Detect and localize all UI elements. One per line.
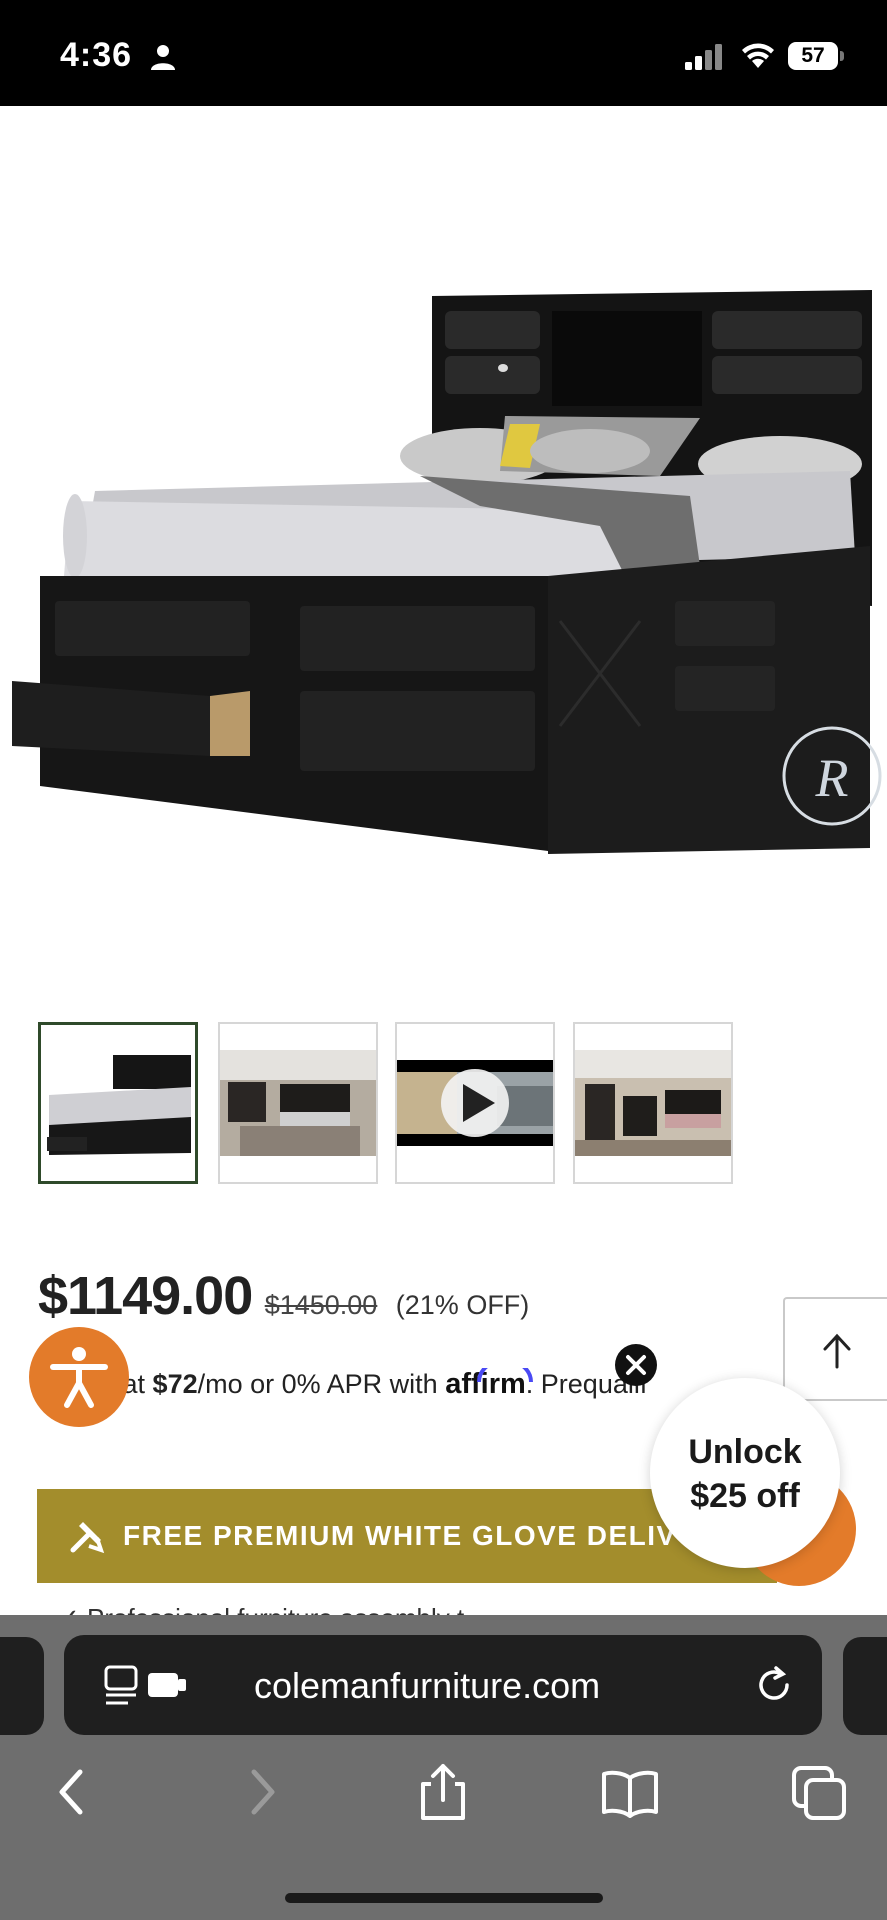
bedroom-set-thumbnail[interactable] — [573, 1022, 733, 1184]
arrow-up-icon — [823, 1333, 851, 1369]
tabs-icon — [792, 1766, 846, 1820]
back-button[interactable] — [44, 1762, 104, 1822]
page-settings-icon[interactable] — [102, 1663, 192, 1707]
price-row: $1149.00 $1450.00 (21% OFF) — [38, 1265, 798, 1327]
wifi-icon — [742, 43, 774, 68]
bookmarks-icon — [602, 1770, 658, 1818]
thumbnail-strip — [38, 1022, 738, 1184]
close-icon — [626, 1355, 646, 1375]
bookmarks-button[interactable] — [600, 1762, 660, 1822]
bed-front-thumbnail[interactable] — [38, 1022, 198, 1184]
affirm-logo: affirm — [445, 1368, 534, 1400]
back-icon — [59, 1769, 83, 1815]
tools-icon — [70, 1522, 105, 1554]
home-indicator — [285, 1893, 603, 1903]
unlock-line-1: Unlock — [688, 1433, 802, 1471]
financing-amount: $72 — [152, 1369, 198, 1399]
share-icon — [421, 1764, 465, 1820]
product-hero-image[interactable]: R — [0, 106, 887, 1006]
url-text: colemanfurniture.com — [254, 1665, 601, 1706]
battery-tip — [840, 51, 844, 61]
signal-icon — [685, 44, 722, 70]
battery-level: 57 — [788, 42, 838, 70]
previous-tab-peek[interactable] — [0, 1637, 44, 1735]
forward-icon — [251, 1769, 275, 1815]
delivery-banner-text: FREE PREMIUM WHITE GLOVE DELIV — [123, 1520, 677, 1551]
share-button[interactable] — [413, 1762, 473, 1822]
tabs-button[interactable] — [790, 1762, 850, 1822]
watermark-letter: R — [815, 748, 849, 808]
unlock-discount-popup[interactable]: Unlock $25 off — [650, 1378, 840, 1568]
forward-button[interactable] — [230, 1762, 290, 1822]
bed-illustration: R — [12, 290, 882, 854]
status-time: 4:36 — [60, 36, 133, 74]
battery-icon: 57 — [788, 42, 844, 70]
scroll-to-top-button[interactable] — [783, 1297, 887, 1401]
accessibility-icon — [50, 1347, 108, 1408]
next-tab-peek[interactable] — [843, 1637, 887, 1735]
person-icon — [151, 45, 175, 70]
accessibility-button[interactable] — [29, 1327, 129, 1427]
financing-suffix: /mo or 0% APR with — [197, 1369, 446, 1399]
bedroom-scene-thumbnail[interactable] — [218, 1022, 378, 1184]
affirm-arc-icon — [477, 1368, 534, 1383]
current-price: $1149.00 — [38, 1266, 253, 1326]
unlock-line-2: $25 off — [690, 1477, 800, 1515]
video-thumbnail[interactable] — [395, 1022, 555, 1184]
reload-icon[interactable] — [754, 1665, 794, 1705]
discount-percent: (21% OFF) — [395, 1290, 530, 1320]
original-price: $1450.00 — [264, 1290, 378, 1320]
close-popup-button[interactable] — [615, 1344, 657, 1386]
address-bar[interactable]: colemanfurniture.com — [64, 1635, 822, 1735]
status-bar: 4:36 57 — [0, 0, 887, 106]
